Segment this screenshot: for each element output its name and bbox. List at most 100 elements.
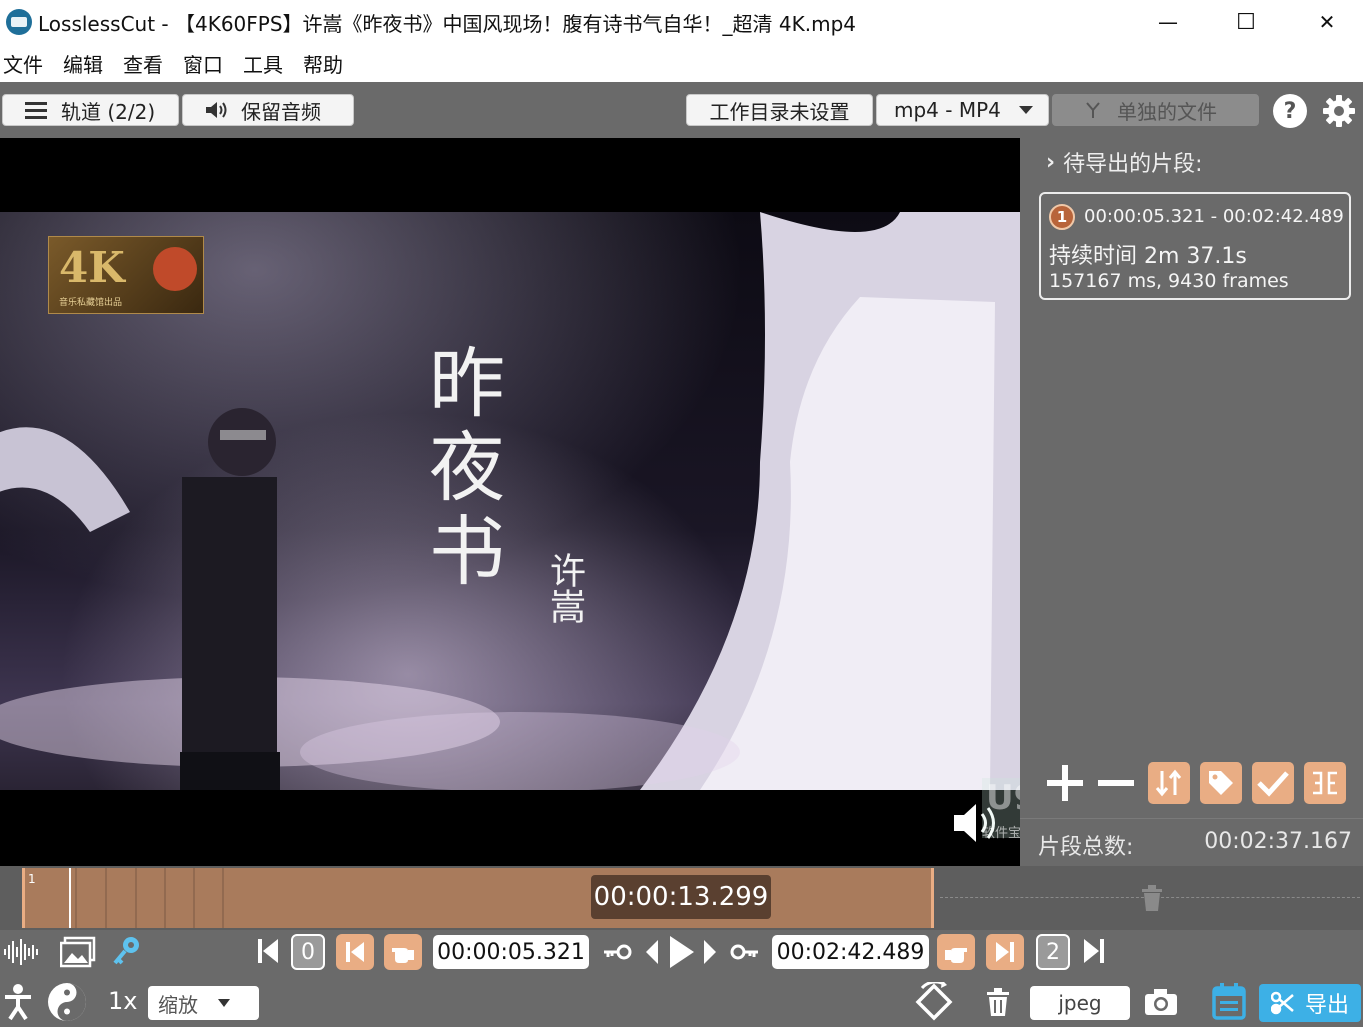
trash-icon[interactable] bbox=[1140, 884, 1164, 912]
keyframe-markers bbox=[69, 868, 224, 928]
keyframe-key-icon[interactable] bbox=[112, 935, 142, 969]
jump-to-end-icon[interactable] bbox=[1082, 936, 1106, 966]
segments-header[interactable]: › 待导出的片段: bbox=[1046, 144, 1203, 180]
badge-subtitle: 音乐私藏馆出品 bbox=[59, 298, 123, 308]
total-duration: 00:02:37.167 bbox=[1204, 829, 1352, 854]
list-icon bbox=[25, 102, 47, 119]
speaker-icon bbox=[206, 102, 227, 118]
calendar-icon[interactable] bbox=[1212, 982, 1246, 1020]
chevron-down-icon bbox=[1018, 106, 1033, 114]
top-toolbar: 轨道 (2/2) 保留音频 工作目录未设置 mp4 - MP4 单独的文件 ? bbox=[0, 82, 1363, 138]
segment-range: 00:00:05.321 - 00:02:42.489 bbox=[1084, 206, 1344, 227]
add-segment-button[interactable] bbox=[1044, 762, 1086, 804]
sort-icon bbox=[1155, 769, 1182, 797]
zoom-select[interactable]: 缩放 bbox=[148, 986, 259, 1020]
hand-left-icon bbox=[392, 948, 414, 963]
set-cut-start-button[interactable] bbox=[384, 934, 422, 970]
label-segment-button[interactable] bbox=[1200, 762, 1242, 804]
checkmark-icon bbox=[1257, 771, 1289, 797]
watermark-subtext: 软件宝库 bbox=[982, 826, 1020, 841]
hand-right-icon bbox=[945, 948, 967, 963]
window-title: LosslessCut - 【4K60FPS】许嵩《昨夜书》中国风现场！腹有诗书… bbox=[38, 11, 856, 36]
title-char-1: 昨 bbox=[429, 339, 505, 428]
current-time-display: 00:00:13.299 bbox=[591, 875, 771, 919]
singer-name-art: 许嵩 bbox=[544, 552, 585, 624]
bottom-controls: 1x 缩放 jpeg 导出 bbox=[0, 974, 1363, 1027]
segment-card[interactable]: 1 00:00:05.321 - 00:02:42.489 持续时间 2m 37… bbox=[1039, 192, 1351, 300]
channel-badge: 4K 音乐私藏馆出品 bbox=[48, 236, 204, 314]
tracks-label: 轨道 (2/2) bbox=[61, 99, 156, 124]
thumbnails-icon[interactable] bbox=[60, 936, 96, 968]
prev-segment-index[interactable]: 0 bbox=[291, 934, 325, 970]
menu-tools[interactable]: 工具 bbox=[243, 49, 283, 78]
zoom-label: 缩放 bbox=[158, 992, 198, 1017]
watermark-text: U9 bbox=[986, 778, 1020, 818]
split-icon bbox=[1313, 771, 1337, 795]
keep-audio-button[interactable]: 保留音频 bbox=[182, 94, 354, 126]
play-icon[interactable] bbox=[668, 934, 696, 970]
separate-files-label: 单独的文件 bbox=[1117, 99, 1217, 124]
separate-files-button[interactable]: 单独的文件 bbox=[1052, 94, 1259, 126]
next-segment-index[interactable]: 2 bbox=[1036, 934, 1070, 970]
split-segment-button[interactable] bbox=[1304, 762, 1346, 804]
segment-index-badge: 1 bbox=[1049, 204, 1075, 230]
settings-gear-icon[interactable] bbox=[1322, 94, 1356, 128]
timeline[interactable]: 1 00:00:13.299 bbox=[0, 866, 1363, 930]
key-left-icon[interactable] bbox=[602, 940, 632, 964]
format-label: mp4 - MP4 bbox=[894, 98, 1001, 122]
workdir-label: 工作目录未设置 bbox=[709, 99, 850, 124]
menu-window[interactable]: 窗口 bbox=[183, 49, 223, 78]
video-frame: 4K 音乐私藏馆出品 昨 夜 书 许嵩 bbox=[0, 212, 1020, 790]
chevron-down-icon bbox=[218, 999, 230, 1007]
playback-speed[interactable]: 1x bbox=[108, 987, 137, 1015]
menu-help[interactable]: 帮助 bbox=[303, 49, 343, 78]
keep-audio-label: 保留音频 bbox=[241, 99, 321, 124]
plus-icon bbox=[1047, 765, 1083, 801]
minimize-button[interactable]: — bbox=[1128, 0, 1208, 44]
cut-start-icon bbox=[346, 942, 364, 962]
segments-header-label: 待导出的片段: bbox=[1063, 152, 1203, 177]
select-all-segments-button[interactable] bbox=[1252, 762, 1294, 804]
export-button[interactable]: 导出 bbox=[1259, 984, 1361, 1022]
jump-cut-start-button[interactable] bbox=[336, 934, 374, 970]
capture-format-select[interactable]: jpeg bbox=[1030, 986, 1130, 1020]
key-right-icon[interactable] bbox=[730, 940, 760, 964]
rotate-icon[interactable] bbox=[914, 982, 956, 1022]
next-frame-icon[interactable] bbox=[703, 937, 717, 967]
watermark-logo: U9 软件宝库 bbox=[982, 778, 1020, 841]
badge-emblem bbox=[153, 247, 197, 291]
jump-cut-end-button[interactable] bbox=[986, 934, 1024, 970]
title-char-3: 书 bbox=[429, 507, 505, 596]
tracks-button[interactable]: 轨道 (2/2) bbox=[2, 94, 179, 126]
song-title-art: 昨 夜 书 bbox=[412, 342, 522, 594]
end-time-input[interactable]: 00:02:42.489 bbox=[772, 935, 929, 969]
close-button[interactable]: ✕ bbox=[1287, 0, 1363, 44]
menu-edit[interactable]: 编辑 bbox=[63, 49, 103, 78]
menu-file[interactable]: 文件 bbox=[3, 49, 43, 78]
remove-segment-button[interactable] bbox=[1095, 762, 1137, 804]
set-cut-end-button[interactable] bbox=[937, 934, 975, 970]
segment-details: 157167 ms, 9430 frames bbox=[1049, 270, 1289, 292]
cut-end-icon bbox=[996, 942, 1014, 962]
prev-frame-icon[interactable] bbox=[645, 937, 659, 967]
help-icon[interactable]: ? bbox=[1273, 94, 1307, 128]
format-select[interactable]: mp4 - MP4 bbox=[876, 94, 1049, 126]
maximize-button[interactable]: ☐ bbox=[1206, 0, 1286, 44]
segment-duration: 持续时间 2m 37.1s bbox=[1049, 244, 1247, 269]
delete-trash-icon[interactable] bbox=[985, 987, 1011, 1017]
scissors-icon bbox=[1271, 991, 1294, 1015]
title-char-2: 夜 bbox=[429, 423, 505, 512]
camera-icon[interactable] bbox=[1143, 987, 1179, 1017]
workdir-button[interactable]: 工作目录未设置 bbox=[686, 94, 873, 126]
yin-yang-icon[interactable] bbox=[46, 981, 88, 1023]
menu-view[interactable]: 查看 bbox=[123, 49, 163, 78]
sort-segments-button[interactable] bbox=[1148, 762, 1190, 804]
jump-to-start-icon[interactable] bbox=[256, 936, 280, 966]
chevron-right-icon: › bbox=[1046, 149, 1056, 175]
segments-total-row: 片段总数: 00:02:37.167 bbox=[1020, 818, 1363, 867]
video-player[interactable]: 4K 音乐私藏馆出品 昨 夜 书 许嵩 U9 软件宝库 bbox=[0, 138, 1020, 866]
start-time-input[interactable]: 00:00:05.321 bbox=[433, 935, 589, 969]
waveform-icon[interactable] bbox=[3, 936, 41, 968]
tag-icon bbox=[1209, 771, 1233, 795]
accessibility-icon[interactable] bbox=[2, 983, 34, 1021]
